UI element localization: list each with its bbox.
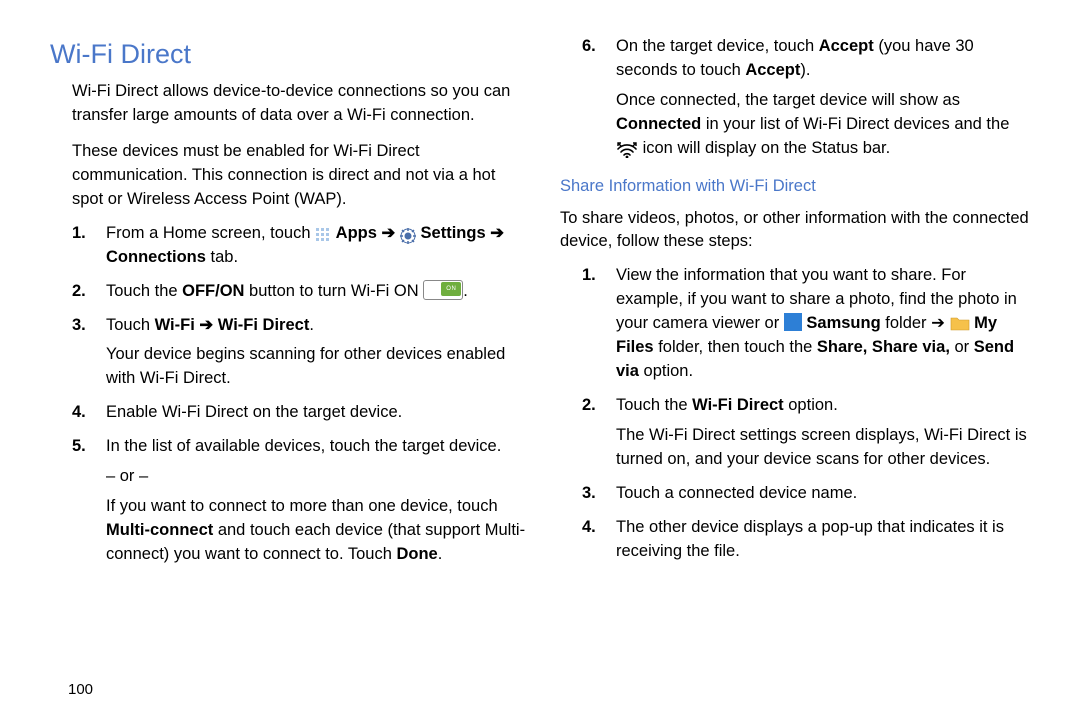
step-number: 3. bbox=[582, 482, 616, 506]
s2-a: Touch the bbox=[616, 396, 692, 414]
apps-label: Apps bbox=[336, 224, 377, 242]
step-number: 6. bbox=[582, 35, 616, 161]
samsung-folder-icon bbox=[784, 313, 802, 331]
step-number: 4. bbox=[72, 401, 106, 425]
toggle-on-icon: ON bbox=[423, 280, 463, 300]
step-text: Touch bbox=[106, 316, 155, 334]
settings-icon bbox=[400, 228, 416, 244]
intro-paragraph-2: These devices must be enabled for Wi-Fi … bbox=[72, 140, 530, 212]
s3-text: Touch a connected device name. bbox=[616, 482, 1030, 506]
period: . bbox=[438, 545, 443, 563]
s4-text: The other device displays a pop-up that … bbox=[616, 516, 1030, 564]
step-text: button to turn Wi-Fi ON bbox=[244, 282, 423, 300]
step-3-detail: Your device begins scanning for other de… bbox=[106, 343, 530, 391]
s2-b: option. bbox=[784, 396, 838, 414]
step-number: 1. bbox=[582, 264, 616, 384]
step-6-p2b: in your list of Wi-Fi Direct devices and… bbox=[701, 115, 1009, 133]
tab-text: tab. bbox=[206, 248, 238, 266]
step-2: 2. Touch the OFF/ON button to turn Wi-Fi… bbox=[72, 280, 530, 304]
accept-label: Accept bbox=[819, 37, 874, 55]
s2-p2: The Wi-Fi Direct settings screen display… bbox=[616, 424, 1030, 472]
intro-paragraph-1: Wi-Fi Direct allows device-to-device con… bbox=[72, 80, 530, 128]
step-6-p2c: icon will display on the Status bar. bbox=[643, 139, 891, 157]
step-6-p2a: Once connected, the target device will s… bbox=[616, 91, 960, 109]
step-4: 4. Enable Wi-Fi Direct on the target dev… bbox=[72, 401, 530, 425]
wifi-direct-status-icon bbox=[616, 140, 638, 158]
my-files-folder-icon bbox=[950, 315, 970, 331]
step-5b-text: If you want to connect to more than one … bbox=[106, 497, 498, 515]
step-4-text: Enable Wi-Fi Direct on the target device… bbox=[106, 401, 530, 425]
share-step-1: 1. View the information that you want to… bbox=[582, 264, 1030, 384]
samsung-label: Samsung bbox=[806, 314, 880, 332]
step-1: 1. From a Home screen, touch Apps ➔ bbox=[72, 222, 530, 270]
multiconnect-label: Multi-connect bbox=[106, 521, 213, 539]
step-5a-text: In the list of available devices, touch … bbox=[106, 435, 530, 459]
step-6: 6. On the target device, touch Accept (y… bbox=[582, 35, 1030, 161]
arrow-icon: ➔ bbox=[382, 224, 400, 242]
section-title: Wi-Fi Direct bbox=[50, 35, 530, 74]
accept-label-2: Accept bbox=[745, 61, 800, 79]
step-text: From a Home screen, touch bbox=[106, 224, 315, 242]
step-number: 2. bbox=[72, 280, 106, 304]
step-6c: ). bbox=[800, 61, 810, 79]
s1-folder-arrow: folder ➔ bbox=[881, 314, 950, 332]
step-number: 1. bbox=[72, 222, 106, 270]
period: . bbox=[309, 316, 314, 334]
apps-icon bbox=[315, 227, 331, 243]
share-step-4: 4. The other device displays a pop-up th… bbox=[582, 516, 1030, 564]
step-text: Touch the bbox=[106, 282, 182, 300]
step-5: 5. In the list of available devices, tou… bbox=[72, 435, 530, 567]
s1-option: option. bbox=[639, 362, 693, 380]
share-step-3: 3. Touch a connected device name. bbox=[582, 482, 1030, 506]
done-label: Done bbox=[396, 545, 437, 563]
page-number: 100 bbox=[68, 681, 93, 698]
right-column: 6. On the target device, touch Accept (y… bbox=[540, 35, 1040, 700]
step-number: 4. bbox=[582, 516, 616, 564]
steps-list-right-top: 6. On the target device, touch Accept (y… bbox=[582, 35, 1030, 161]
steps-list-left: 1. From a Home screen, touch Apps ➔ bbox=[72, 222, 530, 567]
connected-label: Connected bbox=[616, 115, 701, 133]
share-step-2: 2. Touch the Wi-Fi Direct option. The Wi… bbox=[582, 394, 1030, 472]
step-6a: On the target device, touch bbox=[616, 37, 819, 55]
s1-or: or bbox=[950, 338, 974, 356]
step-5-or: – or – bbox=[106, 465, 530, 489]
left-column: Wi-Fi Direct Wi-Fi Direct allows device-… bbox=[40, 35, 540, 700]
share-label: Share, Share via, bbox=[817, 338, 950, 356]
share-subheading: Share Information with Wi-Fi Direct bbox=[560, 175, 1030, 199]
step-number: 5. bbox=[72, 435, 106, 567]
wfd-option-label: Wi-Fi Direct bbox=[692, 396, 784, 414]
period: . bbox=[463, 282, 468, 300]
share-steps: 1. View the information that you want to… bbox=[582, 264, 1030, 563]
step-3: 3. Touch Wi-Fi ➔ Wi-Fi Direct. Your devi… bbox=[72, 314, 530, 392]
settings-label: Settings bbox=[421, 224, 486, 242]
offon-label: OFF/ON bbox=[182, 282, 244, 300]
s1-b: folder, then touch the bbox=[654, 338, 817, 356]
step-number: 3. bbox=[72, 314, 106, 392]
share-intro: To share videos, photos, or other inform… bbox=[560, 207, 1030, 255]
step-number: 2. bbox=[582, 394, 616, 472]
wifi-direct-label: Wi-Fi ➔ Wi-Fi Direct bbox=[155, 316, 310, 334]
